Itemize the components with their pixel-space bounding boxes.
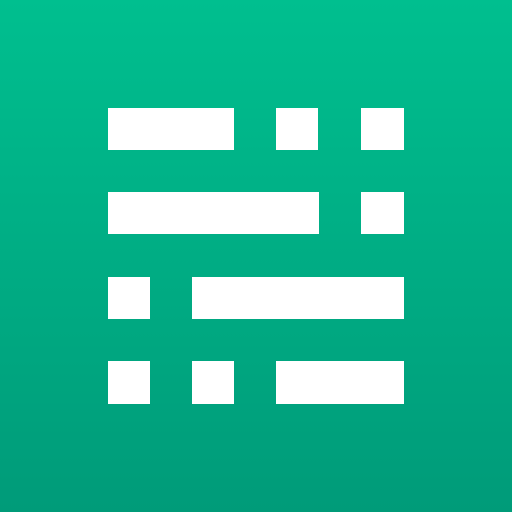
row-3-square xyxy=(108,277,150,319)
row-1-long-bar xyxy=(108,108,234,150)
app-icon-background xyxy=(0,0,512,512)
row-2-square xyxy=(361,192,404,234)
row-1-square-1 xyxy=(276,108,318,150)
app-icon xyxy=(0,0,512,512)
row-4-square-1 xyxy=(108,361,150,404)
row-2-long-bar xyxy=(108,192,319,234)
row-4-square-2 xyxy=(192,361,234,404)
row-1-square-2 xyxy=(361,108,404,150)
row-3-long-bar xyxy=(192,277,404,319)
row-4-long-bar xyxy=(276,361,404,404)
